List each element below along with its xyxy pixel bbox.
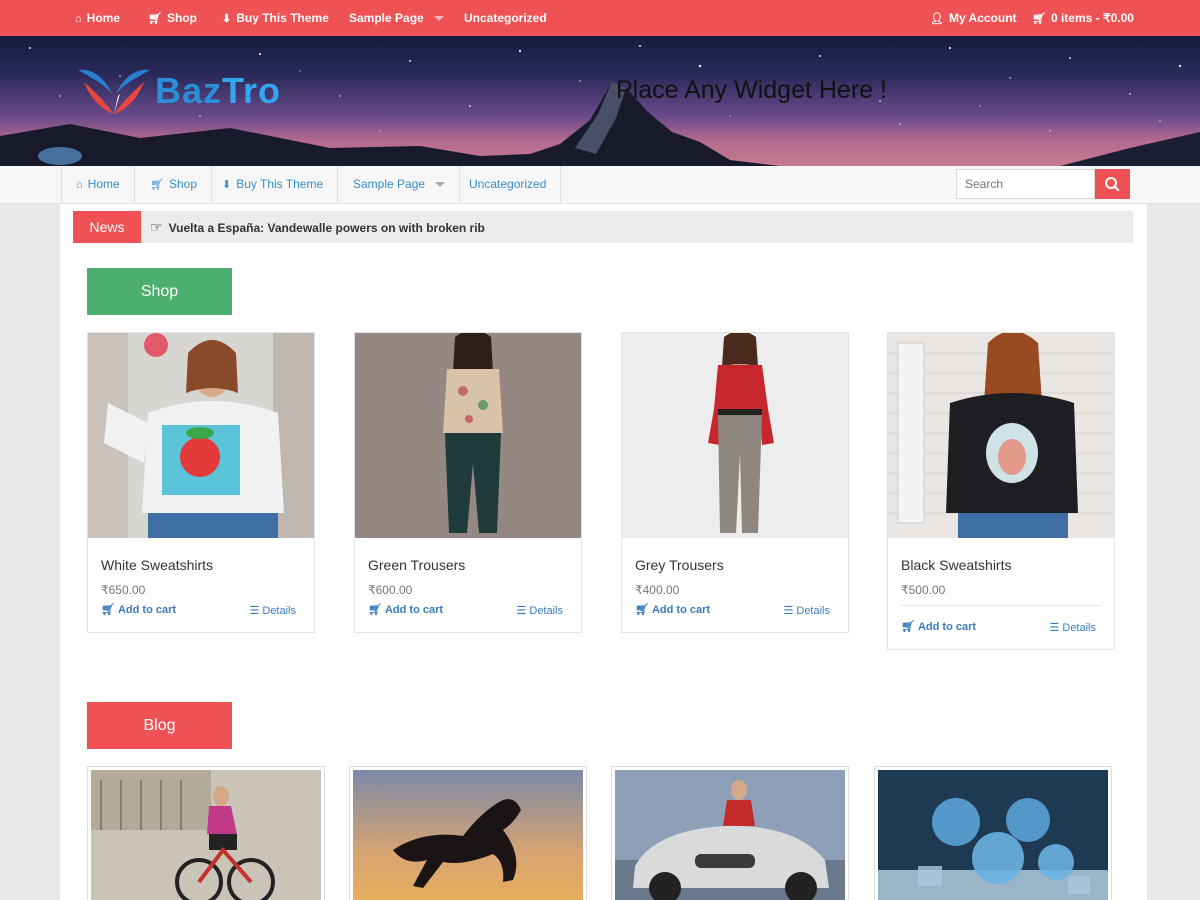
cart-icon: 🛒︎	[901, 621, 915, 633]
product-card: Black Sweatshirts ₹500.00 🛒︎ Add to cart …	[887, 332, 1115, 650]
nav-sample-page-label: Sample Page	[353, 177, 426, 191]
add-to-cart-button[interactable]: 🛒︎ Add to cart	[368, 603, 443, 616]
details-button[interactable]: ☰ Details	[1050, 621, 1097, 634]
site-logo-text[interactable]: BazTro	[155, 70, 281, 112]
cart-icon: 🛒︎	[1032, 13, 1046, 25]
list-icon: ☰	[783, 605, 794, 617]
product-card: Grey Trousers ₹400.00 🛒︎ Add to cart ☰ Det…	[621, 332, 849, 633]
product-price: ₹650.00	[101, 583, 146, 597]
nav-shop[interactable]: 🛒︎ Shop	[136, 166, 212, 203]
list-icon: ☰	[516, 605, 527, 617]
top-nav-uncategorized[interactable]: Uncategorized	[464, 0, 547, 36]
product-name[interactable]: Green Trousers	[368, 557, 465, 573]
product-name[interactable]: Grey Trousers	[635, 557, 724, 573]
cart-icon: 🛒︎	[368, 604, 382, 616]
top-nav-sample-page[interactable]: Sample Page	[349, 0, 444, 36]
add-to-cart-label: Add to cart	[384, 604, 444, 616]
top-nav-shop-label: Shop	[166, 11, 197, 25]
blog-image-light-bulbs	[878, 770, 1108, 900]
top-nav-home[interactable]: ⌂ Home	[75, 0, 120, 36]
logo-part-tro: Tro	[222, 70, 282, 111]
blog-section-title: Blog	[87, 702, 232, 749]
download-icon: ⬇	[222, 179, 232, 191]
blog-post-card[interactable]	[611, 766, 849, 900]
news-headline: Vuelta a España: Vandewalle powers on wi…	[168, 221, 485, 235]
product-name[interactable]: Black Sweatshirts	[901, 557, 1011, 573]
top-nav-shop[interactable]: 🛒︎ Shop	[148, 0, 197, 36]
list-icon: ☰	[249, 605, 260, 617]
blog-post-card[interactable]	[349, 766, 587, 900]
header-widget-text: Place Any Widget Here !	[616, 76, 887, 104]
top-bar: ⌂ Home 🛒︎ Shop ⬇ Buy This Theme Sample Page…	[0, 0, 1200, 36]
news-label: News	[73, 211, 141, 243]
hand-pointer-icon: ☞	[150, 219, 163, 235]
nav-home[interactable]: ⌂ Home	[61, 166, 135, 203]
top-nav-home-label: Home	[86, 11, 120, 25]
product-image-white-sweatshirt[interactable]	[88, 333, 314, 538]
product-name[interactable]: White Sweatshirts	[101, 557, 213, 573]
add-to-cart-button[interactable]: 🛒︎ Add to cart	[101, 603, 176, 616]
top-nav-sample-page-label: Sample Page	[349, 11, 424, 25]
card-divider	[901, 605, 1101, 606]
top-nav-buy-theme[interactable]: ⬇ Buy This Theme	[222, 0, 329, 36]
add-to-cart-label: Add to cart	[117, 604, 177, 616]
cart-link[interactable]: 🛒︎ 0 items - ₹0.00	[1032, 0, 1134, 36]
product-image-black-sweatshirt[interactable]	[888, 333, 1114, 538]
add-to-cart-button[interactable]: 🛒︎ Add to cart	[901, 620, 976, 633]
nav-shop-label: Shop	[168, 177, 197, 191]
top-nav-uncategorized-label: Uncategorized	[464, 11, 547, 25]
nav-home-label: Home	[87, 177, 120, 191]
product-card: Green Trousers ₹600.00 🛒︎ Add to cart ☰ De…	[354, 332, 582, 633]
nav-sample-page[interactable]: Sample Page	[339, 166, 461, 203]
add-to-cart-label: Add to cart	[651, 604, 711, 616]
cart-icon: 🛒︎	[150, 179, 164, 191]
download-icon: ⬇	[222, 13, 232, 25]
home-icon: ⌂	[76, 179, 83, 191]
details-button[interactable]: ☰ Details	[250, 604, 297, 617]
details-label: Details	[529, 605, 563, 617]
cart-icon: 🛒︎	[635, 604, 649, 616]
add-to-cart-label: Add to cart	[917, 621, 977, 633]
site-header: BazTro Place Any Widget Here !	[0, 36, 1200, 166]
nav-uncategorized[interactable]: Uncategorized	[455, 166, 562, 203]
logo-part-baz: Baz	[155, 70, 223, 111]
blog-image-car	[615, 770, 845, 900]
blog-post-card[interactable]	[87, 766, 325, 900]
blog-post-card[interactable]	[874, 766, 1112, 900]
product-price: ₹500.00	[901, 583, 946, 597]
details-button[interactable]: ☰ Details	[517, 604, 564, 617]
home-icon: ⌂	[75, 13, 82, 25]
chevron-down-icon	[433, 16, 444, 22]
product-price: ₹400.00	[635, 583, 680, 597]
search-button[interactable]	[1095, 169, 1130, 199]
nav-buy-theme[interactable]: ⬇ Buy This Theme	[208, 166, 339, 203]
cart-icon: 🛒︎	[148, 13, 162, 25]
my-account-link[interactable]: 👤︎ My Account	[930, 0, 1017, 36]
top-nav-buy-theme-label: Buy This Theme	[236, 11, 329, 25]
search-input[interactable]	[956, 169, 1095, 199]
product-image-grey-trousers[interactable]	[622, 333, 848, 538]
cart-icon: 🛒︎	[101, 604, 115, 616]
logo-icon	[78, 69, 150, 114]
nav-uncategorized-label: Uncategorized	[469, 177, 547, 191]
search-icon	[1105, 177, 1120, 192]
chevron-down-icon	[435, 182, 446, 188]
product-image-green-trousers[interactable]	[355, 333, 581, 538]
details-button[interactable]: ☰ Details	[784, 604, 831, 617]
details-label: Details	[1062, 622, 1096, 634]
blog-image-cyclist	[91, 770, 321, 900]
details-label: Details	[796, 605, 830, 617]
user-icon: 👤︎	[930, 13, 944, 25]
cart-summary: 0 items - ₹0.00	[1050, 11, 1134, 25]
news-headline-link[interactable]: ☞ Vuelta a España: Vandewalle powers on w…	[150, 211, 485, 243]
add-to-cart-button[interactable]: 🛒︎ Add to cart	[635, 603, 710, 616]
product-card: White Sweatshirts ₹650.00 🛒︎ Add to cart …	[87, 332, 315, 633]
product-price: ₹600.00	[368, 583, 413, 597]
details-label: Details	[262, 605, 296, 617]
nav-buy-theme-label: Buy This Theme	[236, 177, 324, 191]
blog-image-horse	[353, 770, 583, 900]
shop-section-title: Shop	[87, 268, 232, 315]
my-account-label: My Account	[948, 11, 1017, 25]
list-icon: ☰	[1049, 622, 1060, 634]
